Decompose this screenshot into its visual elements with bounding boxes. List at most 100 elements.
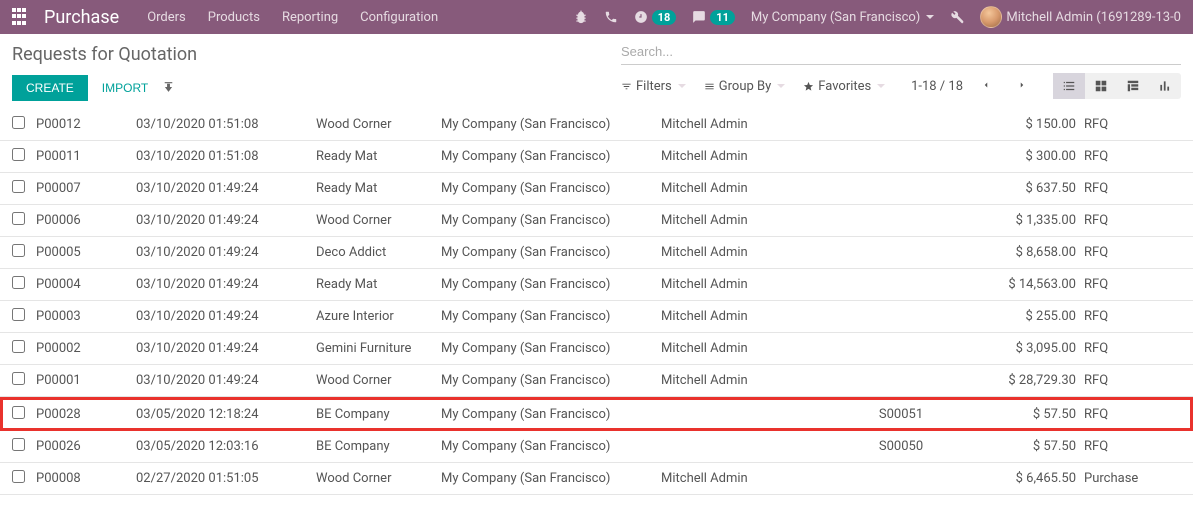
table-row[interactable]: P0000603/10/2020 01:49:24Wood CornerMy C… — [0, 205, 1193, 237]
cell-representative: Mitchell Admin — [661, 181, 836, 196]
rfq-table: P0001203/10/2020 01:51:08Wood CornerMy C… — [0, 109, 1193, 495]
main-menu: Orders Products Reporting Configuration — [147, 10, 438, 25]
table-row[interactable]: P0000103/10/2020 01:49:24Wood CornerMy C… — [0, 365, 1193, 397]
groupby-dropdown[interactable]: Group By — [704, 79, 786, 94]
row-checkbox[interactable] — [12, 212, 25, 225]
import-button[interactable]: IMPORT — [102, 81, 148, 95]
download-icon[interactable] — [162, 80, 175, 97]
row-checkbox[interactable] — [12, 244, 25, 257]
cell-total: $ 57.50 — [966, 407, 1076, 422]
cell-vendor: Ready Mat — [316, 181, 441, 196]
cell-representative: Mitchell Admin — [661, 373, 836, 388]
view-list[interactable] — [1053, 73, 1085, 99]
table-row[interactable]: P0000703/10/2020 01:49:24Ready MatMy Com… — [0, 173, 1193, 205]
table-row[interactable]: P0002603/05/2020 12:03:16BE CompanyMy Co… — [0, 431, 1193, 463]
caret-down-icon — [926, 15, 934, 19]
debug-icon[interactable] — [950, 10, 964, 24]
page-title: Requests for Quotation — [12, 44, 197, 65]
table-row[interactable]: P0000303/10/2020 01:49:24Azure InteriorM… — [0, 301, 1193, 333]
table-row[interactable]: P0000203/10/2020 01:49:24Gemini Furnitur… — [0, 333, 1193, 365]
pager: 1-18 / 18 — [911, 75, 1035, 98]
cell-company: My Company (San Francisco) — [441, 149, 661, 164]
row-checkbox[interactable] — [12, 276, 25, 289]
cell-reference: P00001 — [36, 373, 136, 388]
cell-vendor: Wood Corner — [316, 213, 441, 228]
company-name: My Company (San Francisco) — [751, 10, 920, 25]
cell-date: 03/05/2020 12:03:16 — [136, 439, 316, 454]
cell-company: My Company (San Francisco) — [441, 471, 661, 486]
user-menu[interactable]: Mitchell Admin (1691289-13-0 — [980, 6, 1181, 28]
row-checkbox[interactable] — [12, 148, 25, 161]
row-checkbox[interactable] — [12, 180, 25, 193]
pager-prev[interactable] — [973, 75, 999, 98]
row-checkbox[interactable] — [12, 308, 25, 321]
pager-next[interactable] — [1009, 75, 1035, 98]
cell-source: S00050 — [836, 439, 966, 454]
cell-reference: P00011 — [36, 149, 136, 164]
table-row[interactable]: P0000503/10/2020 01:49:24Deco AddictMy C… — [0, 237, 1193, 269]
systray: 18 11 My Company (San Francisco) Mitchel… — [574, 6, 1181, 28]
row-checkbox[interactable] — [12, 372, 25, 385]
menu-reporting[interactable]: Reporting — [282, 10, 338, 25]
apps-icon[interactable] — [12, 8, 30, 26]
cell-vendor: Deco Addict — [316, 245, 441, 260]
row-checkbox[interactable] — [12, 116, 25, 129]
search-input[interactable] — [621, 44, 1181, 59]
cell-reference: P00005 — [36, 245, 136, 260]
cell-representative: Mitchell Admin — [661, 471, 836, 486]
avatar — [980, 6, 1002, 28]
cell-vendor: Wood Corner — [316, 471, 441, 486]
create-button[interactable]: CREATE — [12, 75, 88, 101]
menu-products[interactable]: Products — [208, 10, 260, 25]
cell-date: 03/10/2020 01:49:24 — [136, 341, 316, 356]
cell-total: $ 1,335.00 — [966, 213, 1076, 228]
cell-reference: P00004 — [36, 277, 136, 292]
caret-down-icon — [877, 84, 885, 88]
favorites-dropdown[interactable]: Favorites — [803, 79, 885, 94]
cell-status: RFQ — [1076, 277, 1158, 292]
view-pivot[interactable] — [1117, 73, 1149, 99]
search-bar — [621, 44, 1181, 65]
activities-icon[interactable]: 18 — [634, 10, 677, 25]
filters-dropdown[interactable]: Filters — [621, 79, 686, 94]
cell-status: RFQ — [1076, 245, 1158, 260]
row-checkbox[interactable] — [12, 470, 25, 483]
cell-company: My Company (San Francisco) — [441, 277, 661, 292]
groupby-label: Group By — [719, 79, 772, 94]
cell-status: RFQ — [1076, 181, 1158, 196]
app-name[interactable]: Purchase — [44, 7, 119, 28]
company-switcher[interactable]: My Company (San Francisco) — [751, 10, 934, 25]
phone-icon[interactable] — [604, 10, 618, 24]
table-row[interactable]: P0002803/05/2020 12:18:24BE CompanyMy Co… — [0, 397, 1193, 431]
view-graph[interactable] — [1149, 73, 1181, 99]
menu-configuration[interactable]: Configuration — [360, 10, 438, 25]
table-row[interactable]: P0001103/10/2020 01:51:08Ready MatMy Com… — [0, 141, 1193, 173]
view-kanban[interactable] — [1085, 73, 1117, 99]
table-row[interactable]: P0000403/10/2020 01:49:24Ready MatMy Com… — [0, 269, 1193, 301]
cell-date: 03/10/2020 01:49:24 — [136, 309, 316, 324]
row-checkbox[interactable] — [12, 406, 25, 419]
cell-status: RFQ — [1076, 149, 1158, 164]
cell-total: $ 6,465.50 — [966, 471, 1076, 486]
cell-reference: P00002 — [36, 341, 136, 356]
cell-vendor: Azure Interior — [316, 309, 441, 324]
pager-value[interactable]: 1-18 / 18 — [911, 79, 963, 94]
cell-date: 03/10/2020 01:51:08 — [136, 149, 316, 164]
cell-company: My Company (San Francisco) — [441, 117, 661, 132]
cell-date: 03/10/2020 01:49:24 — [136, 213, 316, 228]
row-checkbox[interactable] — [12, 340, 25, 353]
table-row[interactable]: P0000802/27/2020 01:51:05Wood CornerMy C… — [0, 463, 1193, 495]
row-checkbox[interactable] — [12, 438, 25, 451]
control-panel: Requests for Quotation CREATE IMPORT Fil… — [0, 34, 1193, 101]
caret-down-icon — [777, 84, 785, 88]
cell-total: $ 255.00 — [966, 309, 1076, 324]
cell-date: 03/10/2020 01:49:24 — [136, 373, 316, 388]
table-row[interactable]: P0001203/10/2020 01:51:08Wood CornerMy C… — [0, 109, 1193, 141]
cell-status: RFQ — [1076, 439, 1158, 454]
cell-status: RFQ — [1076, 117, 1158, 132]
cell-reference: P00012 — [36, 117, 136, 132]
favorites-label: Favorites — [818, 79, 871, 94]
chat-icon[interactable]: 11 — [692, 10, 735, 25]
menu-orders[interactable]: Orders — [147, 10, 186, 25]
bug-icon[interactable] — [574, 10, 588, 24]
